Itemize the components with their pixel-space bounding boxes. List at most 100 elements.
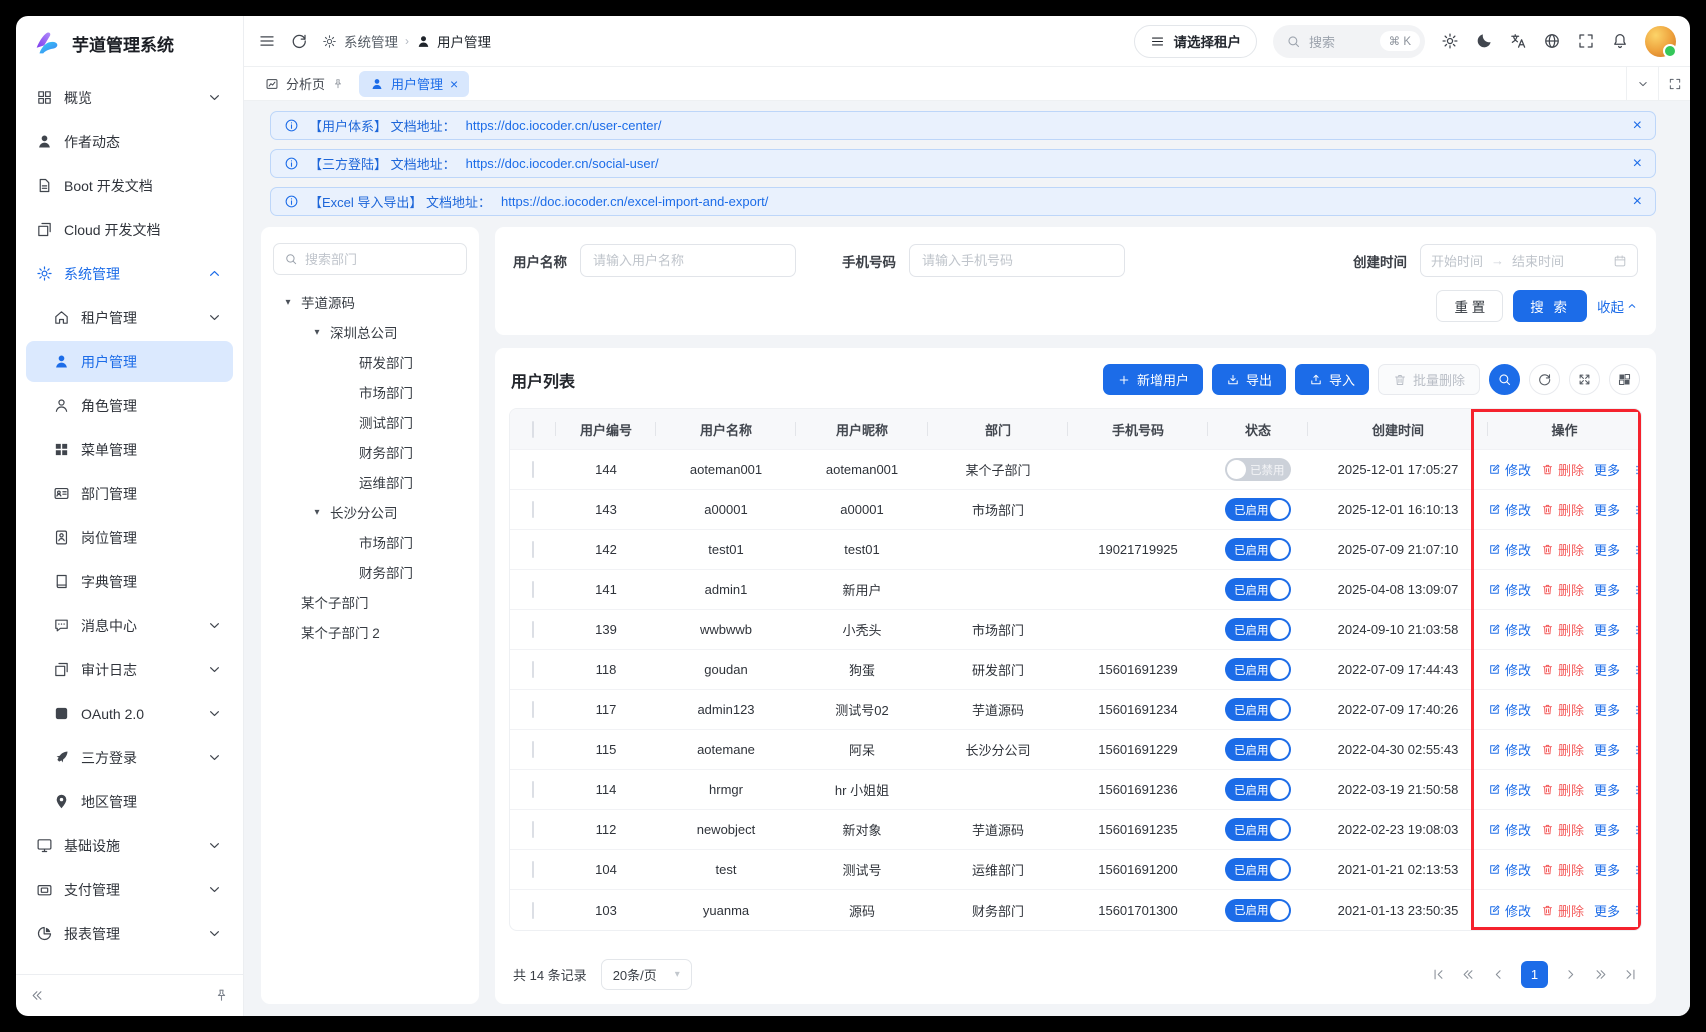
more-link[interactable]: 更多	[1594, 901, 1620, 920]
row-checkbox[interactable]	[532, 821, 534, 838]
tree-expand-icon[interactable]: ▾	[310, 507, 324, 518]
dept-tree-node[interactable]: ▾ 测试部门	[273, 407, 467, 437]
tab-user-management[interactable]: 用户管理 ×	[359, 71, 469, 97]
sidebar-item[interactable]: 基础设施	[26, 825, 233, 866]
edit-link[interactable]: 修改	[1488, 860, 1531, 879]
delete-link[interactable]: 删除	[1541, 540, 1584, 559]
edit-link[interactable]: 修改	[1488, 780, 1531, 799]
sidebar-item[interactable]: 系统管理	[26, 253, 233, 294]
more-dots-icon[interactable]	[1630, 663, 1642, 677]
refresh-page-button[interactable]	[290, 32, 308, 50]
delete-link[interactable]: 删除	[1541, 860, 1584, 879]
dept-tree-node[interactable]: ▾ 财务部门	[273, 557, 467, 587]
sidebar-item[interactable]: 审计日志	[26, 649, 233, 690]
delete-link[interactable]: 删除	[1541, 700, 1584, 719]
edit-link[interactable]: 修改	[1488, 820, 1531, 839]
delete-link[interactable]: 删除	[1541, 620, 1584, 639]
sidebar-item[interactable]: 菜单管理	[26, 429, 233, 470]
edit-link[interactable]: 修改	[1488, 500, 1531, 519]
table-icon-button[interactable]	[1489, 364, 1520, 395]
delete-link[interactable]: 删除	[1541, 901, 1584, 920]
more-link[interactable]: 更多	[1594, 660, 1620, 679]
content-fullscreen-button[interactable]	[1658, 67, 1690, 100]
status-toggle[interactable]: 已启用	[1225, 578, 1291, 601]
delete-link[interactable]: 删除	[1541, 500, 1584, 519]
status-toggle[interactable]: 已禁用	[1225, 458, 1291, 481]
select-all-checkbox[interactable]	[532, 421, 534, 438]
status-toggle[interactable]: 已启用	[1225, 498, 1291, 521]
next-page-button[interactable]	[1563, 967, 1578, 982]
notifications-button[interactable]	[1611, 32, 1629, 50]
banner-link[interactable]: https://doc.iocoder.cn/excel-import-and-…	[501, 194, 768, 209]
locale-button[interactable]	[1543, 32, 1561, 50]
more-dots-icon[interactable]	[1630, 503, 1642, 517]
edit-link[interactable]: 修改	[1488, 700, 1531, 719]
menu-fold-button[interactable]	[258, 32, 276, 50]
search-button[interactable]: 搜 索	[1513, 290, 1587, 322]
edit-link[interactable]: 修改	[1488, 460, 1531, 479]
more-link[interactable]: 更多	[1594, 580, 1620, 599]
translate-button[interactable]	[1509, 32, 1527, 50]
sidebar-item[interactable]: 支付管理	[26, 869, 233, 910]
sidebar-item[interactable]: 租户管理	[26, 297, 233, 338]
banner-link[interactable]: https://doc.iocoder.cn/user-center/	[466, 118, 662, 133]
edit-link[interactable]: 修改	[1488, 620, 1531, 639]
more-dots-icon[interactable]	[1630, 903, 1642, 917]
table-icon-button[interactable]	[1569, 364, 1600, 395]
delete-link[interactable]: 删除	[1541, 820, 1584, 839]
row-checkbox[interactable]	[532, 741, 534, 758]
more-link[interactable]: 更多	[1594, 620, 1620, 639]
row-checkbox[interactable]	[532, 781, 534, 798]
toolbar-button[interactable]: 导入	[1295, 364, 1369, 395]
settings-button[interactable]	[1441, 32, 1459, 50]
sidebar-item[interactable]: 地区管理	[26, 781, 233, 822]
toolbar-button[interactable]: 导出	[1212, 364, 1286, 395]
prev-5-pages-button[interactable]	[1461, 967, 1476, 982]
tree-expand-icon[interactable]: ▾	[310, 327, 324, 338]
page-size-select[interactable]: 20条/页 ▾	[601, 959, 692, 990]
dark-mode-button[interactable]	[1475, 32, 1493, 50]
dept-tree-node[interactable]: ▾ 市场部门	[273, 377, 467, 407]
row-checkbox[interactable]	[532, 661, 534, 678]
edit-link[interactable]: 修改	[1488, 901, 1531, 920]
fullscreen-button[interactable]	[1577, 32, 1595, 50]
current-page-button[interactable]: 1	[1521, 961, 1548, 988]
dept-tree-node[interactable]: ▾ 长沙分公司	[273, 497, 467, 527]
close-banner-icon[interactable]: ×	[1633, 118, 1642, 134]
username-input[interactable]	[580, 244, 796, 277]
row-checkbox[interactable]	[532, 861, 534, 878]
pin-sidebar-icon[interactable]	[214, 988, 229, 1003]
dept-tree-node[interactable]: ▾ 运维部门	[273, 467, 467, 497]
more-dots-icon[interactable]	[1630, 703, 1642, 717]
row-checkbox[interactable]	[532, 701, 534, 718]
next-5-pages-button[interactable]	[1593, 967, 1608, 982]
toolbar-button[interactable]: 新增用户	[1103, 364, 1203, 395]
more-dots-icon[interactable]	[1630, 583, 1642, 597]
more-link[interactable]: 更多	[1594, 540, 1620, 559]
date-range-picker[interactable]: 开始时间 → 结束时间	[1420, 244, 1638, 277]
dept-tree-node[interactable]: ▾ 某个子部门	[273, 587, 467, 617]
status-toggle[interactable]: 已启用	[1225, 818, 1291, 841]
more-link[interactable]: 更多	[1594, 740, 1620, 759]
tab-list-dropdown-button[interactable]	[1626, 67, 1658, 100]
more-dots-icon[interactable]	[1630, 543, 1642, 557]
status-toggle[interactable]: 已启用	[1225, 778, 1291, 801]
sidebar-item[interactable]: 概览	[26, 77, 233, 118]
dept-tree-node[interactable]: ▾ 研发部门	[273, 347, 467, 377]
user-avatar[interactable]	[1645, 26, 1676, 57]
last-page-button[interactable]	[1623, 967, 1638, 982]
edit-link[interactable]: 修改	[1488, 540, 1531, 559]
delete-link[interactable]: 删除	[1541, 740, 1584, 759]
more-link[interactable]: 更多	[1594, 700, 1620, 719]
row-checkbox[interactable]	[532, 501, 534, 518]
more-link[interactable]: 更多	[1594, 460, 1620, 479]
delete-link[interactable]: 删除	[1541, 780, 1584, 799]
sidebar-item[interactable]: 消息中心	[26, 605, 233, 646]
prev-page-button[interactable]	[1491, 967, 1506, 982]
sidebar-item[interactable]: 报表管理	[26, 913, 233, 954]
close-tab-icon[interactable]: ×	[450, 77, 458, 91]
more-link[interactable]: 更多	[1594, 820, 1620, 839]
sidebar-item[interactable]: 角色管理	[26, 385, 233, 426]
more-link[interactable]: 更多	[1594, 780, 1620, 799]
status-toggle[interactable]: 已启用	[1225, 658, 1291, 681]
